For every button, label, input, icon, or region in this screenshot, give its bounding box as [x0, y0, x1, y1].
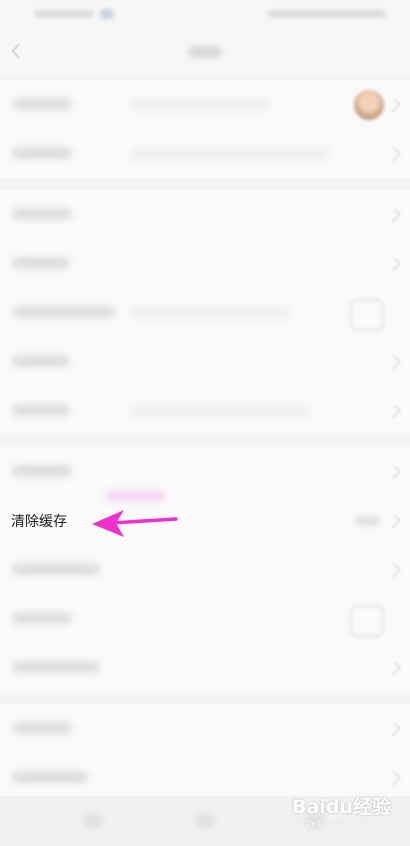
settings-group-general	[0, 190, 410, 435]
status-bar	[0, 0, 410, 28]
settings-row-general-5[interactable]	[0, 386, 410, 435]
annotation-arrow-icon	[92, 510, 178, 537]
annotation-glow	[105, 492, 165, 500]
watermark: Baidu经验 jingyan.baidu.com	[292, 792, 391, 832]
chevron-right-icon	[386, 355, 402, 371]
clear-cache-label: 清除缓存	[11, 514, 67, 530]
watermark-url: jingyan.baidu.com	[294, 818, 378, 828]
cache-size-value	[354, 516, 380, 526]
chevron-right-icon	[386, 465, 402, 481]
chevron-right-icon	[386, 563, 402, 579]
nav-bar	[0, 28, 410, 76]
settings-row-general-2[interactable]	[0, 239, 410, 288]
settings-group-about	[0, 704, 410, 802]
settings-row-storage-3[interactable]	[0, 545, 410, 594]
chevron-right-icon	[386, 257, 402, 273]
settings-row-storage-5[interactable]	[0, 643, 410, 692]
settings-row-about-1[interactable]	[0, 704, 410, 753]
settings-group-account	[0, 80, 410, 178]
status-network-icon	[100, 9, 114, 19]
settings-group-storage: 清除缓存	[0, 447, 410, 692]
toggle-switch[interactable]	[350, 299, 384, 331]
chevron-right-icon	[386, 514, 402, 530]
settings-row-storage-1[interactable]	[0, 447, 410, 496]
chevron-right-icon	[386, 208, 402, 224]
chevron-right-icon	[386, 147, 402, 163]
settings-row-general-1[interactable]	[0, 190, 410, 239]
settings-row-storage-4[interactable]	[0, 594, 410, 643]
tab-icon-1[interactable]	[84, 814, 102, 828]
watermark-brand: Baidu经验	[292, 796, 391, 818]
avatar	[354, 90, 384, 120]
chevron-right-icon	[386, 661, 402, 677]
settings-row-general-4[interactable]	[0, 337, 410, 386]
status-time	[34, 10, 94, 18]
settings-row-clear-cache[interactable]: 清除缓存	[0, 492, 410, 545]
tab-icon-2[interactable]	[196, 814, 214, 828]
chevron-right-icon	[386, 404, 402, 420]
chevron-right-icon	[386, 771, 402, 787]
chevron-right-icon	[386, 722, 402, 738]
chevron-right-icon	[386, 98, 402, 114]
settings-row-account[interactable]	[0, 129, 410, 178]
settings-row-general-3[interactable]	[0, 288, 410, 337]
toggle-switch[interactable]	[350, 605, 384, 637]
status-right-icons	[268, 10, 386, 18]
page-title	[188, 46, 222, 58]
back-icon[interactable]	[10, 42, 22, 60]
settings-row-profile[interactable]	[0, 80, 410, 129]
settings-list: 清除缓存	[0, 80, 410, 814]
